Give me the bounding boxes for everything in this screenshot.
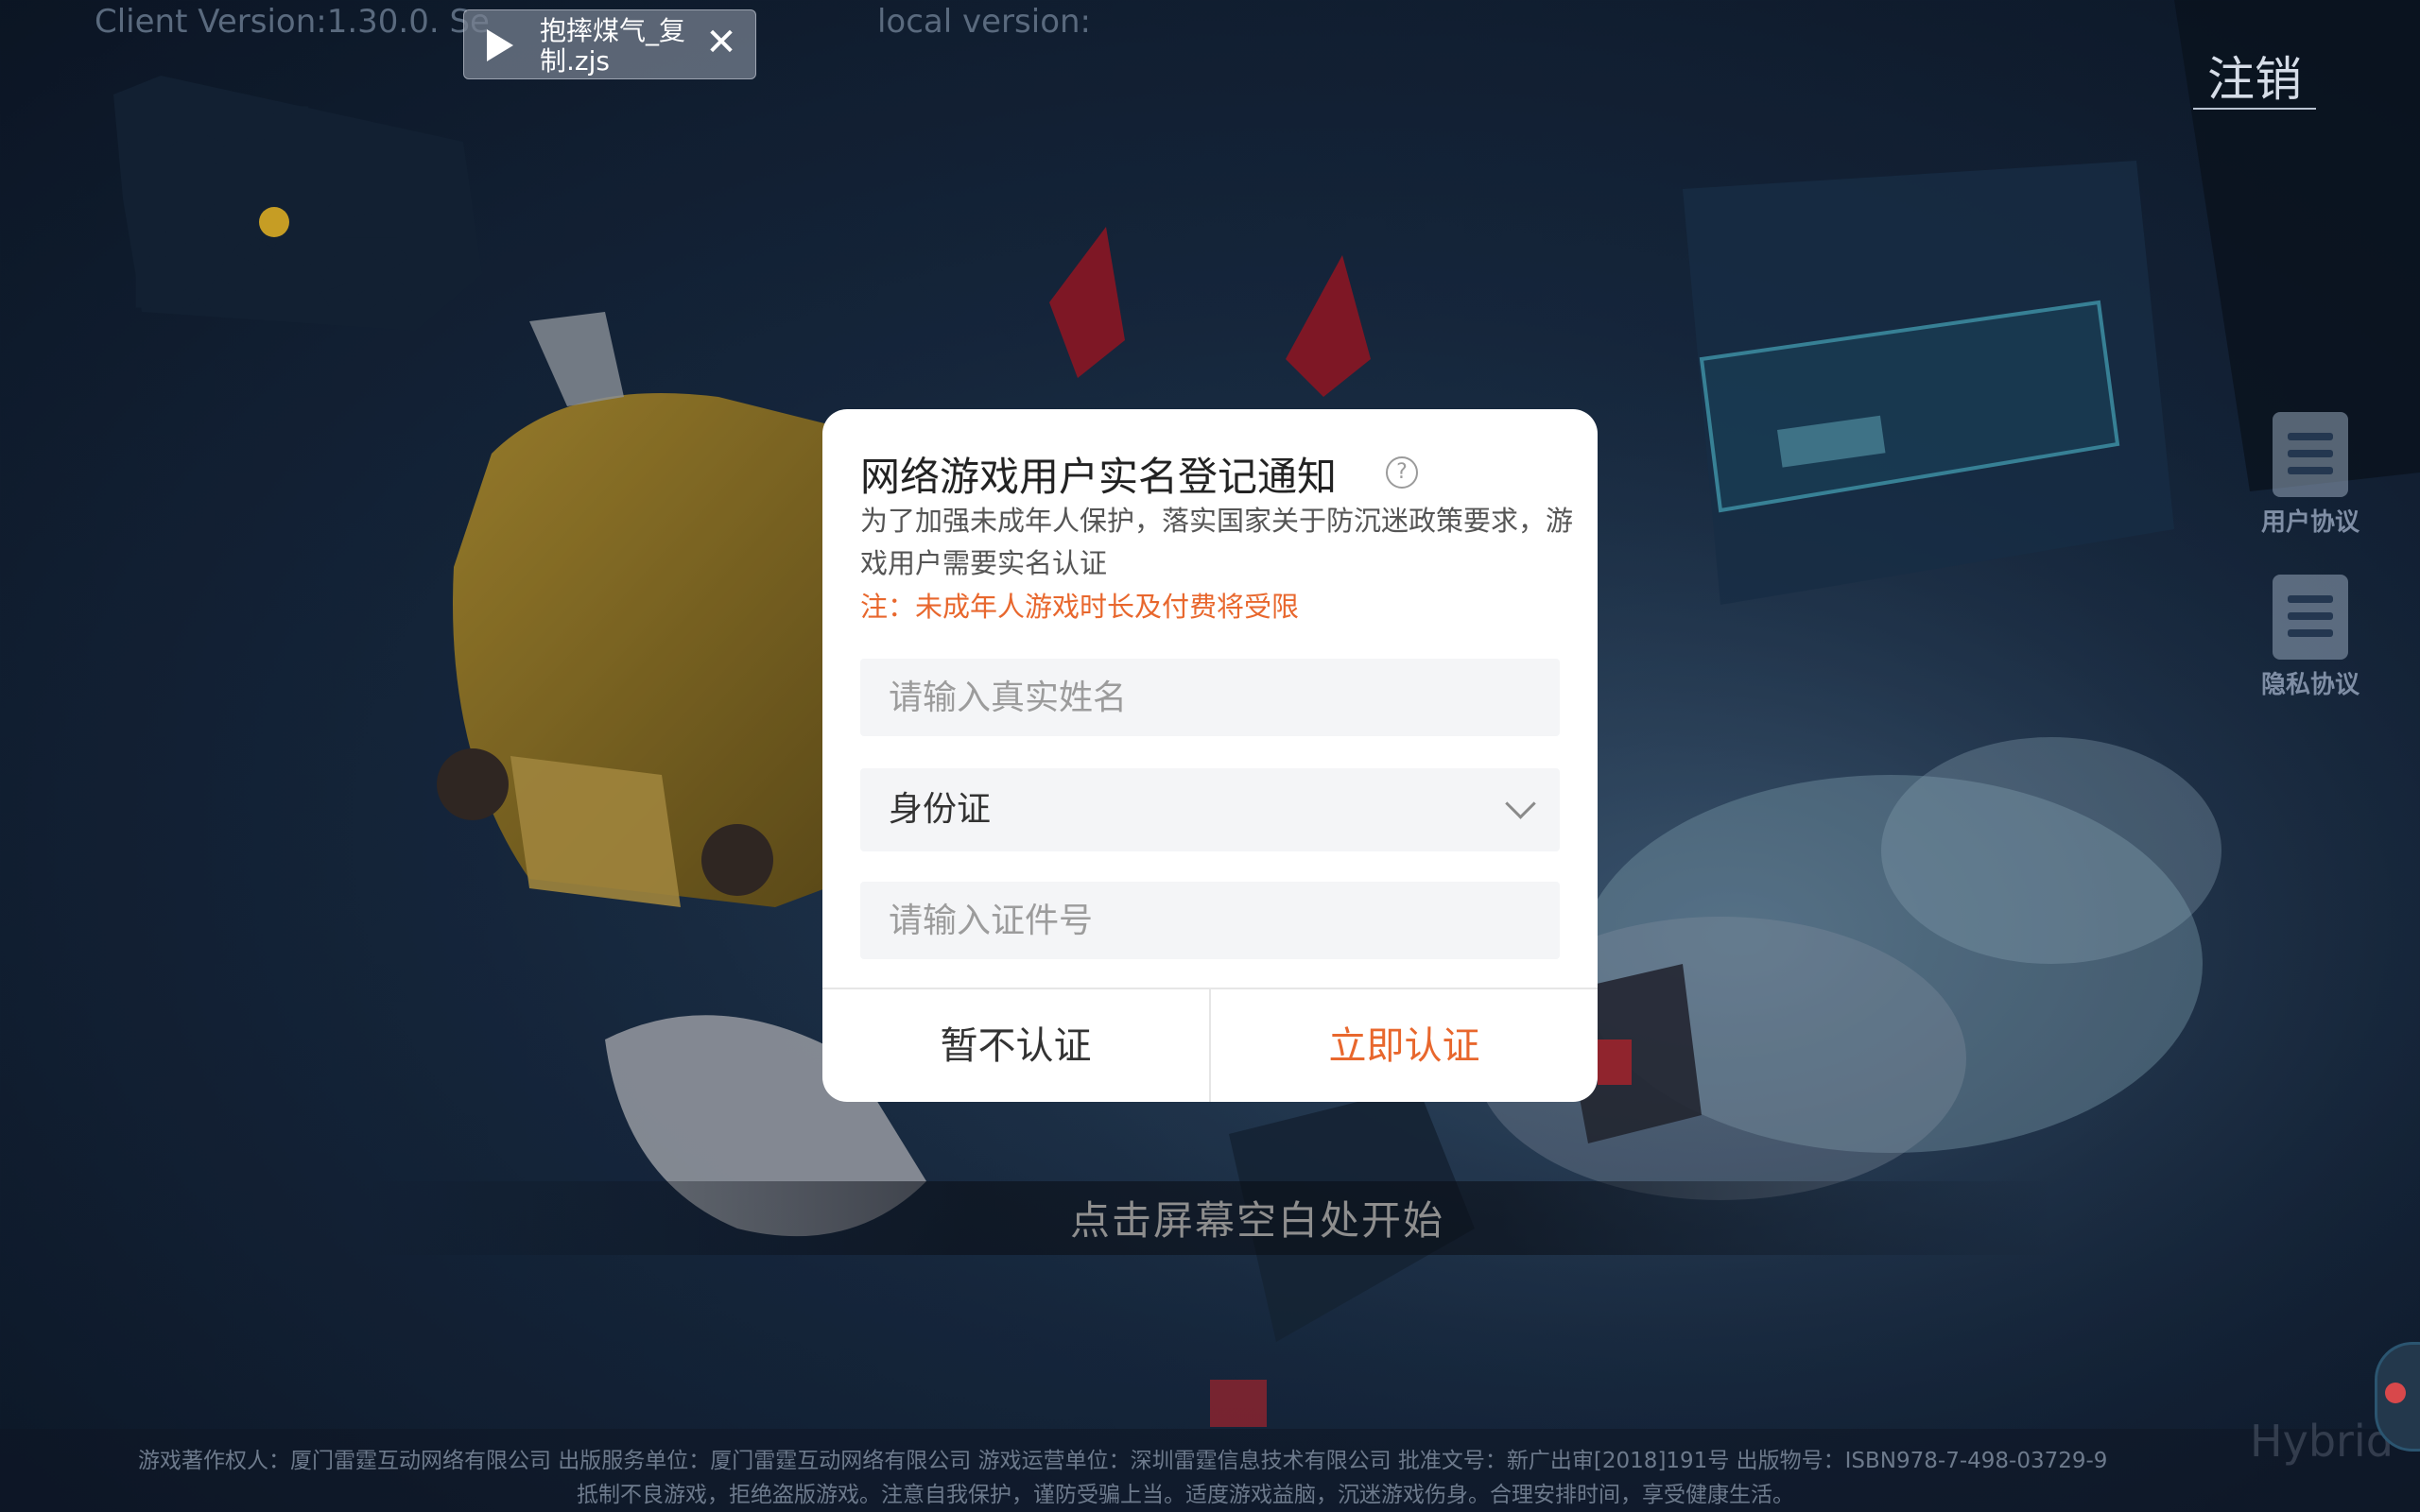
user-agreement-button[interactable]: 用户协议 [2254,412,2367,538]
footer-copyright: 游戏著作权人：厦门雷霆互动网络有限公司 出版服务单位：厦门雷霆互动网络有限公司 … [138,1449,2108,1473]
file-name: 抱摔煤气_复制.zjs [540,15,686,77]
privacy-agreement-label: 隐私协议 [2260,671,2360,699]
play-icon[interactable] [487,29,513,61]
chevron-down-icon[interactable] [1505,788,1536,819]
skip-verification-button[interactable]: 暂不认证 [822,989,1211,1102]
verify-now-button[interactable]: 立即认证 [1211,989,1598,1102]
privacy-agreement-button[interactable]: 隐私协议 [2254,575,2367,700]
real-name-input[interactable] [860,659,1550,736]
user-agreement-label: 用户协议 [2260,508,2360,537]
floating-assistant-button[interactable] [2375,1342,2420,1452]
hybrid-watermark: Hybrid [2250,1416,2394,1467]
minor-restriction-note: 注：未成年人游戏时长及付费将受限 [860,591,1300,623]
real-name-field[interactable] [860,659,1560,736]
file-chip[interactable]: 抱摔煤气_复制.zjs ✕ [463,9,756,79]
dialog-description: 为了加强未成年人保护，落实国家关于防沉迷政策要求，游戏用户需要实名认证 [860,505,1574,579]
dialog-title: 网络游戏用户实名登记通知 [860,454,1338,500]
dialog-button-row: 暂不认证 立即认证 [822,988,1598,1102]
footer: 游戏著作权人：厦门雷霆互动网络有限公司 出版服务单位：厦门雷霆互动网络有限公司 … [0,1429,2420,1512]
id-number-input[interactable] [860,882,1550,959]
id-type-value: 身份证 [889,790,992,829]
document-icon [2273,575,2348,660]
id-number-field[interactable] [860,882,1560,959]
logout-button[interactable]: 注销 [2193,42,2316,110]
id-type-select[interactable]: 身份证 [860,768,1560,851]
notification-dot [2385,1383,2406,1403]
question-mark-icon[interactable]: ? [1386,456,1418,489]
start-prompt[interactable]: 点击屏幕空白处开始 [0,1189,2420,1246]
document-icon [2273,412,2348,497]
footer-health-notice: 抵制不良游戏，拒绝盗版游戏。注意自我保护，谨防受骗上当。适度游戏益脑，沉迷游戏伤… [577,1483,1794,1507]
real-name-dialog: 网络游戏用户实名登记通知 ? 为了加强未成年人保护，落实国家关于防沉迷政策要求，… [822,409,1598,1102]
close-icon[interactable]: ✕ [700,22,742,63]
